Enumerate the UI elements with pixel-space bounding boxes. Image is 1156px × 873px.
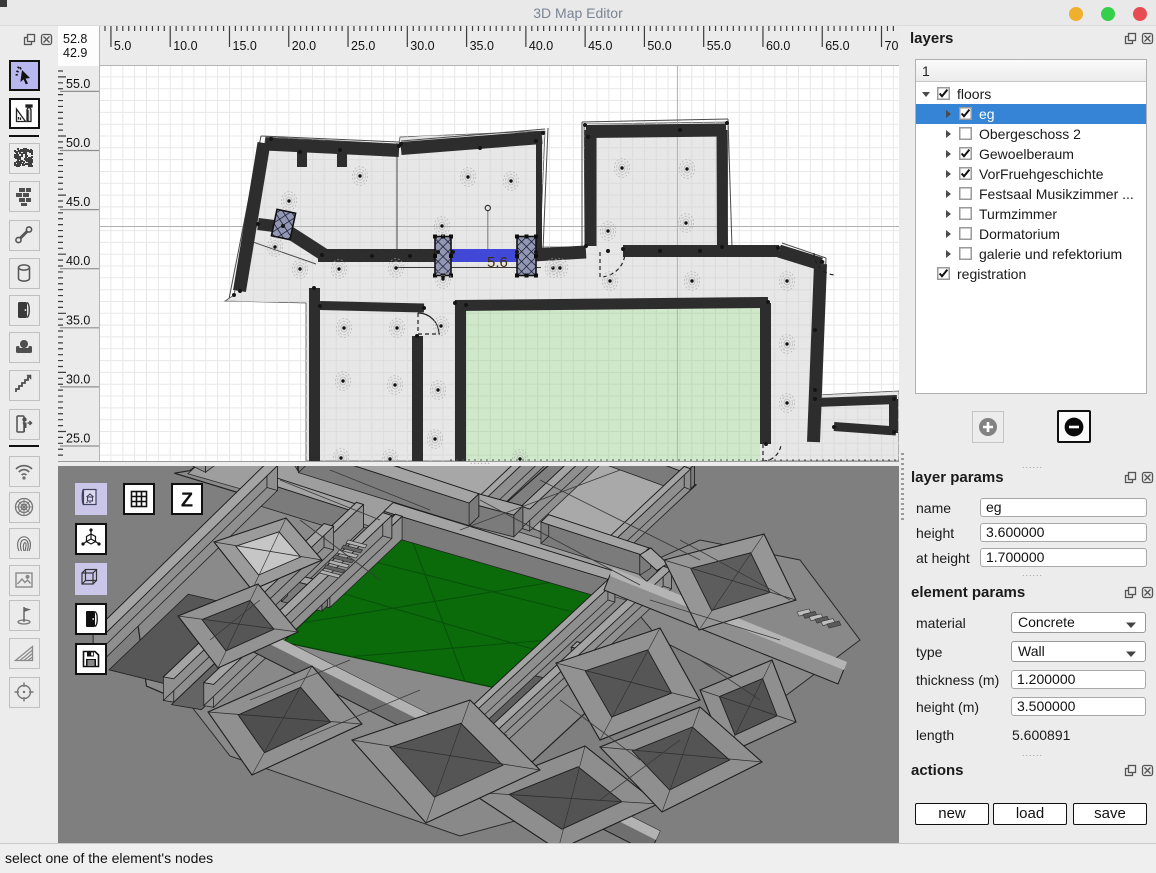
svg-text:50.0: 50.0 — [647, 39, 671, 53]
svg-text:5.0: 5.0 — [114, 39, 131, 53]
svg-text:55.0: 55.0 — [707, 39, 731, 53]
svg-text:35.0: 35.0 — [66, 313, 90, 327]
svg-text:15.0: 15.0 — [233, 39, 257, 53]
svg-text:65.0: 65.0 — [825, 39, 849, 53]
svg-text:70.0: 70.0 — [885, 39, 900, 53]
svg-text:30.0: 30.0 — [66, 372, 90, 386]
svg-text:60.0: 60.0 — [766, 39, 790, 53]
svg-text:45.0: 45.0 — [588, 39, 612, 53]
svg-text:35.0: 35.0 — [470, 39, 494, 53]
svg-text:30.0: 30.0 — [410, 39, 434, 53]
svg-text:10.0: 10.0 — [173, 39, 197, 53]
svg-text:25.0: 25.0 — [351, 39, 375, 53]
svg-text:52.8: 52.8 — [63, 32, 87, 46]
svg-text:40.0: 40.0 — [529, 39, 553, 53]
svg-text:45.0: 45.0 — [66, 195, 90, 209]
svg-text:Z: Z — [181, 490, 193, 512]
svg-text:50.0: 50.0 — [66, 136, 90, 150]
svg-text:42.9: 42.9 — [63, 46, 87, 60]
svg-text:25.0: 25.0 — [66, 432, 90, 446]
svg-text:55.0: 55.0 — [66, 77, 90, 91]
svg-text:40.0: 40.0 — [66, 254, 90, 268]
svg-text:5.6: 5.6 — [487, 254, 508, 271]
svg-text:20.0: 20.0 — [292, 39, 316, 53]
